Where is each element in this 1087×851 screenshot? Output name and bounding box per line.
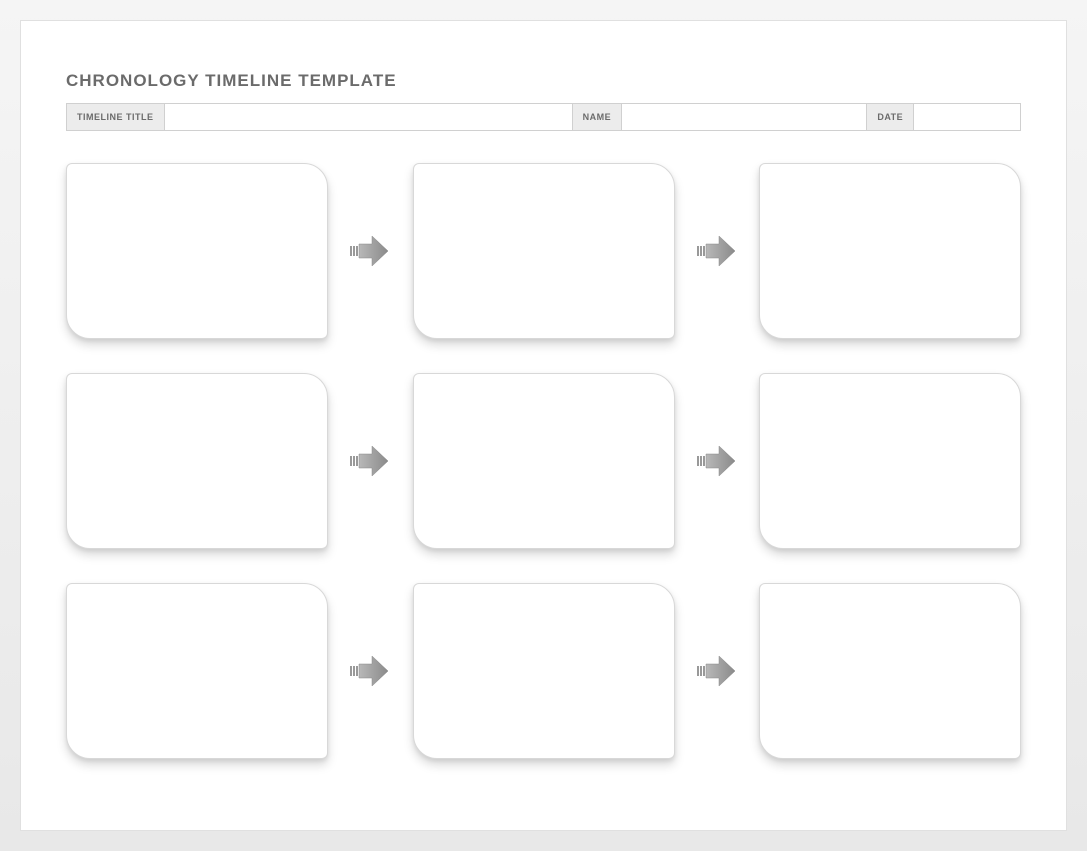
timeline-box[interactable] (759, 163, 1021, 339)
timeline-box[interactable] (66, 583, 328, 759)
timeline-title-input[interactable] (165, 104, 573, 130)
arrow-right-icon (348, 654, 392, 688)
arrow-right-icon (695, 234, 739, 268)
arrow-right-icon (695, 444, 739, 478)
timeline-box[interactable] (413, 163, 675, 339)
timeline-row (66, 583, 1021, 759)
arrow-right-icon (348, 234, 392, 268)
date-label: DATE (867, 104, 914, 130)
timeline-row (66, 373, 1021, 549)
timeline-row (66, 163, 1021, 339)
timeline-box[interactable] (413, 373, 675, 549)
page-container: CHRONOLOGY TIMELINE TEMPLATE TIMELINE TI… (20, 20, 1067, 831)
name-input[interactable] (622, 104, 867, 130)
date-input[interactable] (914, 104, 1020, 130)
header-row: TIMELINE TITLE NAME DATE (66, 103, 1021, 131)
timeline-box[interactable] (759, 583, 1021, 759)
arrow-right-icon (348, 444, 392, 478)
timeline-box[interactable] (759, 373, 1021, 549)
arrow-right-icon (695, 654, 739, 688)
name-label: NAME (573, 104, 623, 130)
timeline-box[interactable] (413, 583, 675, 759)
timeline-box[interactable] (66, 163, 328, 339)
page-title: CHRONOLOGY TIMELINE TEMPLATE (66, 71, 1021, 91)
timeline-title-label: TIMELINE TITLE (67, 104, 165, 130)
timeline-box[interactable] (66, 373, 328, 549)
timeline-grid (66, 163, 1021, 759)
